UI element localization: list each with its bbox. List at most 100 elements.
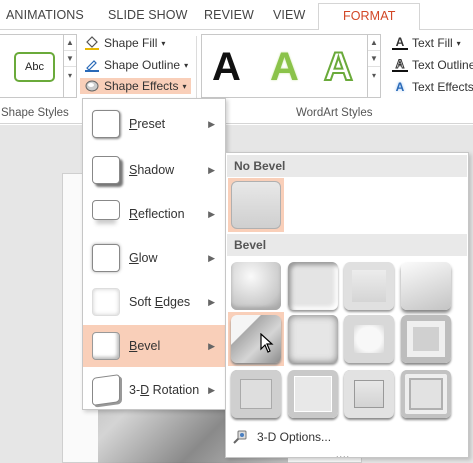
bevel-swatch <box>344 370 394 418</box>
text-outline-button[interactable]: A Text Outline <box>392 57 473 72</box>
paint-bucket-icon <box>84 36 100 50</box>
preset-icon <box>92 110 120 138</box>
shape-styles-group-label: Shape Styles <box>1 107 69 119</box>
chevron-right-icon: ▶ <box>208 208 215 219</box>
menu-item-label: Bevel <box>129 339 161 353</box>
no-bevel-option[interactable] <box>228 178 284 232</box>
bevel-option-soft-round[interactable] <box>285 312 341 366</box>
text-effects-button[interactable]: A Text Effects <box>392 80 473 94</box>
bevel-option-hard-edge[interactable] <box>341 367 397 421</box>
shape-gallery-scroll: ▲ ▼ ▾ <box>63 35 76 97</box>
text-outline-label: Text Outline <box>412 58 473 72</box>
menu-item-reflection[interactable]: Reflection ▶ <box>83 193 225 235</box>
shape-outline-button[interactable]: Shape Outline ▾ <box>84 58 188 72</box>
shadow-icon <box>92 156 120 184</box>
chevron-down-icon: ▾ <box>184 60 189 70</box>
chevron-down-icon: ▾ <box>182 81 187 91</box>
bevel-option-angle[interactable] <box>228 312 284 366</box>
gallery-down-icon[interactable]: ▼ <box>64 51 76 67</box>
mouse-cursor-icon <box>260 333 274 353</box>
tab-animations[interactable]: ANIMATIONS <box>6 8 84 22</box>
text-fill-button[interactable]: A Text Fill ▾ <box>392 35 461 50</box>
bevel-option-convex[interactable] <box>341 312 397 366</box>
bevel-swatch <box>401 315 451 363</box>
menu-item-preset[interactable]: Preset ▶ <box>83 103 225 145</box>
bevel-swatch <box>401 370 451 418</box>
menu-item-label: Reflection <box>129 207 185 221</box>
bevel-swatch <box>231 370 281 418</box>
shape-effects-icon <box>84 79 100 93</box>
bevel-option-slope[interactable] <box>398 312 454 366</box>
menu-item-shadow[interactable]: Shadow ▶ <box>83 149 225 191</box>
menu-item-soft-edges[interactable]: Soft Edges ▶ <box>83 281 225 323</box>
shape-effects-menu: Preset ▶ Shadow ▶ Reflection ▶ Glow ▶ So… <box>82 98 226 410</box>
bevel-option-cross[interactable] <box>341 259 397 313</box>
shape-fill-button[interactable]: Shape Fill ▾ <box>84 36 165 50</box>
gallery-more-icon[interactable]: ▾ <box>64 67 76 83</box>
text-effects-icon: A <box>395 80 405 94</box>
shape-effects-label: Shape Effects <box>104 79 179 93</box>
bevel-swatch <box>288 315 338 363</box>
tab-format[interactable]: FORMAT <box>318 3 421 31</box>
shape-styles-gallery: Abc ▲ ▼ ▾ <box>0 34 77 98</box>
wordart-style-green-outline[interactable]: A <box>323 44 354 90</box>
shape-style-thumbnail[interactable]: Abc <box>14 52 55 82</box>
shape-outline-label: Shape Outline <box>104 58 181 72</box>
bevel-option-relaxed-inset[interactable] <box>285 259 341 313</box>
soft-edges-icon <box>92 288 120 316</box>
3d-options-label: 3-D Options... <box>257 430 332 444</box>
text-effects-label: Text Effects <box>412 80 473 94</box>
wordart-gallery-scroll: ▲ ▼ ▾ <box>367 35 380 97</box>
bevel-swatch <box>288 370 338 418</box>
ribbon-tab-bar: ANIMATIONS SLIDE SHOW REVIEW VIEW FORMAT <box>0 0 473 31</box>
menu-item-glow[interactable]: Glow ▶ <box>83 237 225 279</box>
bevel-option-divot[interactable] <box>228 367 284 421</box>
chevron-right-icon: ▶ <box>208 164 215 175</box>
bevel-option-art-deco[interactable] <box>398 367 454 421</box>
wordart-style-green-glow[interactable]: A <box>270 45 299 90</box>
shape-fill-label: Shape Fill <box>104 36 158 50</box>
3d-rotation-icon <box>92 374 120 406</box>
chevron-right-icon: ▶ <box>208 252 215 263</box>
bevel-option-circle[interactable] <box>228 259 284 313</box>
gallery-more-icon[interactable]: ▾ <box>368 67 380 83</box>
gallery-up-icon[interactable]: ▲ <box>368 35 380 51</box>
menu-item-label: Shadow <box>129 163 175 177</box>
chevron-right-icon: ▶ <box>208 118 215 129</box>
chevron-right-icon: ▶ <box>208 340 215 351</box>
menu-item-3d-rotation[interactable]: 3-D Rotation ▶ <box>83 369 225 411</box>
gallery-up-icon[interactable]: ▲ <box>64 35 76 51</box>
shape-effects-button[interactable]: Shape Effects ▾ <box>80 78 191 94</box>
menu-item-label: Glow <box>129 251 158 265</box>
ribbon-body: Abc ▲ ▼ ▾ Shape Fill ▾ Shape Outline ▾ S… <box>0 30 473 124</box>
menu-item-label: Preset <box>129 117 166 131</box>
resize-grip[interactable]: .... <box>336 449 350 459</box>
tab-review[interactable]: REVIEW <box>204 8 254 22</box>
tab-slide-show[interactable]: SLIDE SHOW <box>108 8 188 22</box>
bevel-swatch <box>231 262 281 310</box>
3d-options-row[interactable]: 3-D Options... <box>227 425 467 449</box>
bevel-swatch <box>344 262 394 310</box>
text-fill-label: Text Fill <box>412 36 453 50</box>
chevron-down-icon: ▾ <box>456 38 461 48</box>
no-bevel-header: No Bevel <box>227 155 467 177</box>
wordart-styles-gallery: A A A ▲ ▼ ▾ <box>201 34 381 98</box>
bevel-swatch <box>288 262 338 310</box>
3d-options-icon <box>232 429 248 448</box>
text-outline-icon: A <box>392 57 408 72</box>
chevron-right-icon: ▶ <box>208 296 215 307</box>
bevel-submenu: No Bevel Bevel 3-D Options... .... <box>225 152 469 459</box>
reflection-icon <box>92 200 120 220</box>
gallery-down-icon[interactable]: ▼ <box>368 51 380 67</box>
bevel-swatch <box>401 262 451 310</box>
tab-view[interactable]: VIEW <box>273 8 305 22</box>
bevel-icon <box>92 332 120 360</box>
bevel-option-riblet[interactable] <box>285 367 341 421</box>
menu-item-label: 3-D Rotation <box>129 383 200 397</box>
menu-item-label: Soft Edges <box>129 295 191 309</box>
wordart-style-black[interactable]: A <box>212 45 241 90</box>
bevel-swatch <box>344 315 394 363</box>
menu-item-bevel[interactable]: Bevel ▶ <box>83 325 225 367</box>
chevron-right-icon: ▶ <box>208 384 215 395</box>
bevel-option-cool-slant[interactable] <box>398 259 454 313</box>
